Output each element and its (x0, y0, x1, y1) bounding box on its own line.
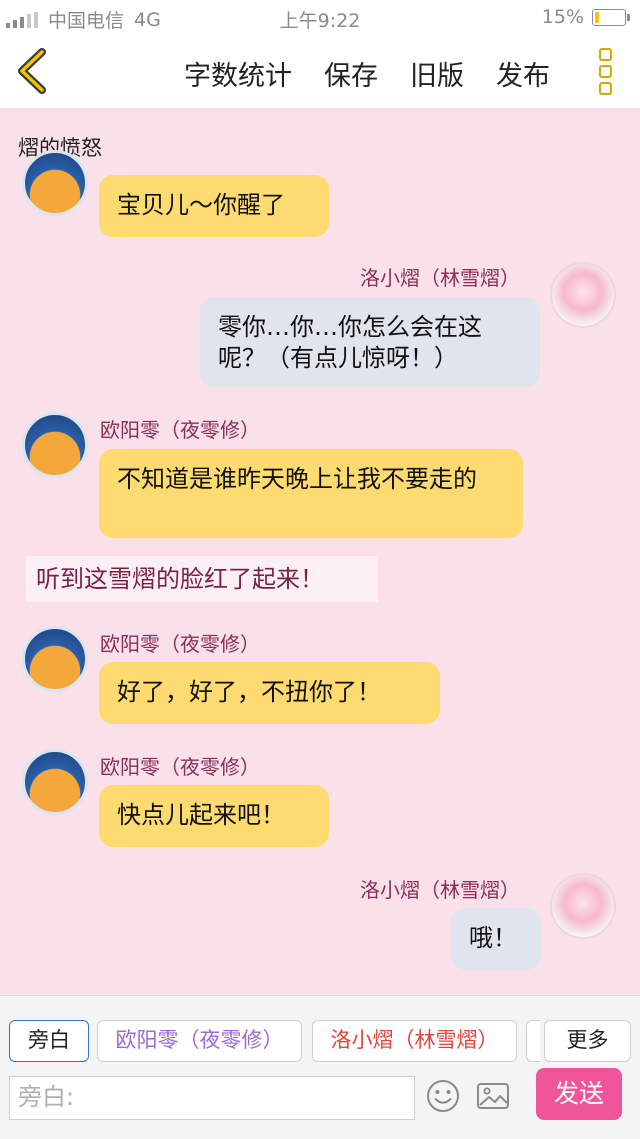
message-bubble[interactable]: 零你…你…你怎么会在这呢？（有点儿惊呀！） (200, 297, 540, 387)
message-bubble[interactable]: 不知道是谁昨天晚上让我不要走的 (99, 449, 523, 538)
more-roles-button[interactable]: 更多 (544, 1020, 631, 1062)
role-chip-ouyang[interactable]: 欧阳零（夜零修） (97, 1020, 302, 1062)
vertical-dots-icon[interactable] (594, 48, 616, 98)
smiley-icon[interactable] (425, 1078, 461, 1114)
avatar-ouyang[interactable] (22, 150, 88, 216)
sender-name: 洛小熠（林雪熠） (360, 878, 520, 902)
old-version-button[interactable]: 旧版 (410, 54, 464, 93)
status-right: 15% (541, 6, 630, 28)
battery-icon (592, 8, 630, 26)
avatar-luo[interactable] (550, 873, 616, 939)
avatar-ouyang[interactable] (22, 626, 88, 692)
message-bubble[interactable]: 好了，好了，不扭你了！ (99, 662, 440, 724)
message-bubble[interactable]: 哦！ (451, 908, 541, 970)
save-button[interactable]: 保存 (324, 54, 378, 93)
sender-name: 欧阳零（夜零修） (100, 632, 260, 656)
status-bar: 中国电信 4G 上午9:22 15% (0, 0, 640, 34)
compose-toolbar: 旁白 欧阳零（夜零修） 洛小熠（林雪熠） 更多 旁白: 发送 (0, 995, 640, 1139)
image-icon[interactable] (475, 1078, 511, 1114)
send-button[interactable]: 发送 (536, 1068, 622, 1120)
avatar-luo[interactable] (550, 262, 616, 328)
sender-name: 欧阳零（夜零修） (100, 755, 260, 779)
role-chip-narration[interactable]: 旁白 (9, 1020, 89, 1062)
avatar-ouyang[interactable] (22, 749, 88, 815)
sender-name: 欧阳零（夜零修） (100, 418, 260, 442)
narration-text[interactable]: 听到这雪熠的脸红了起来！ (26, 556, 378, 602)
role-chip-luo[interactable]: 洛小熠（林雪熠） (312, 1020, 517, 1062)
nav-bar: 字数统计 保存 旧版 发布 (0, 34, 640, 108)
word-count-button[interactable]: 字数统计 (184, 54, 292, 93)
sender-name: 洛小熠（林雪熠） (360, 266, 520, 290)
battery-percent: 15% (541, 6, 584, 28)
message-bubble[interactable]: 快点儿起来吧！ (99, 785, 329, 847)
chevron-left-icon[interactable] (14, 48, 54, 94)
message-input[interactable]: 旁白: (9, 1076, 415, 1120)
publish-button[interactable]: 发布 (496, 54, 550, 93)
message-bubble[interactable]: 宝贝儿～你醒了 (99, 175, 329, 237)
role-chip-partial[interactable] (526, 1020, 540, 1062)
avatar-ouyang[interactable] (22, 412, 88, 478)
